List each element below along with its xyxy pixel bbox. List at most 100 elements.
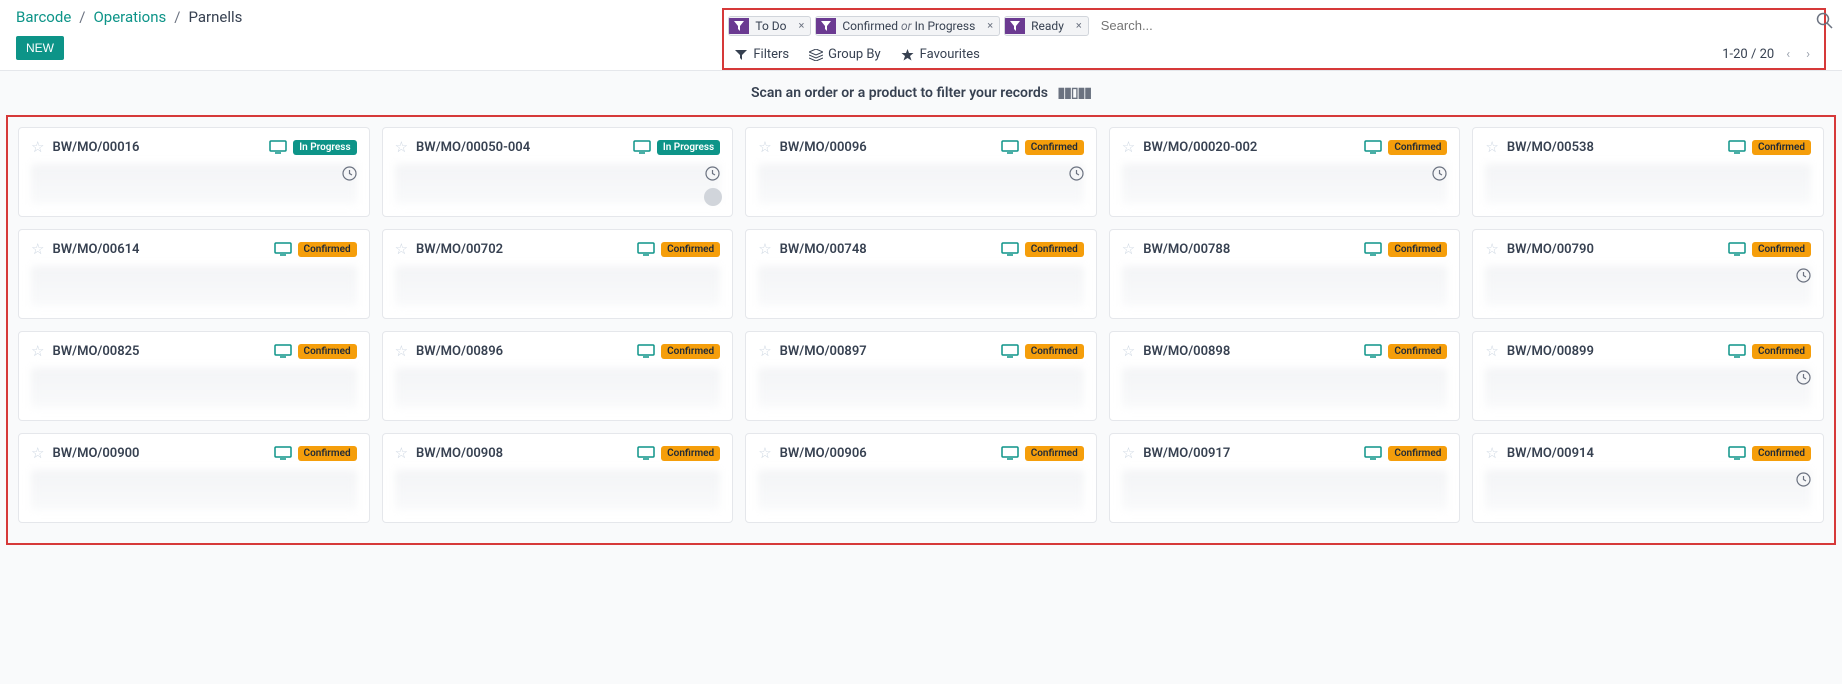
star-icon[interactable]: ☆ [1485, 342, 1498, 360]
breadcrumb-barcode[interactable]: Barcode [16, 8, 71, 26]
kanban-card[interactable]: ☆BW/MO/00096Confirmed [745, 127, 1097, 217]
card-reference: BW/MO/00914 [1507, 446, 1594, 461]
star-icon[interactable]: ☆ [1485, 240, 1498, 258]
kanban-card[interactable]: ☆BW/MO/00016In Progress [18, 127, 370, 217]
monitor-icon[interactable] [1728, 344, 1746, 358]
filter-facet-confirmed-progress[interactable]: Confirmed or In Progress × [815, 16, 1000, 36]
status-badge: Confirmed [1025, 344, 1084, 359]
card-reference: BW/MO/00899 [1507, 344, 1594, 359]
facet-label: To Do [749, 17, 792, 35]
pager-next[interactable]: › [1802, 47, 1814, 62]
star-icon[interactable]: ☆ [395, 444, 408, 462]
monitor-icon[interactable] [1001, 242, 1019, 256]
search-input[interactable] [1093, 14, 1820, 37]
monitor-icon[interactable] [1001, 446, 1019, 460]
kanban-card[interactable]: ☆BW/MO/00897Confirmed [745, 331, 1097, 421]
card-reference: BW/MO/00614 [52, 242, 139, 257]
star-icon[interactable]: ☆ [1485, 138, 1498, 156]
monitor-icon[interactable] [274, 344, 292, 358]
clock-icon[interactable] [1796, 472, 1811, 487]
groupby-dropdown[interactable]: Group By [809, 47, 881, 62]
kanban-card[interactable]: ☆BW/MO/00898Confirmed [1109, 331, 1461, 421]
status-badge: Confirmed [298, 242, 357, 257]
star-icon[interactable]: ☆ [395, 240, 408, 258]
monitor-icon[interactable] [274, 446, 292, 460]
monitor-icon[interactable] [1364, 446, 1382, 460]
star-icon[interactable]: ☆ [395, 138, 408, 156]
kanban-card[interactable]: ☆BW/MO/00899Confirmed [1472, 331, 1824, 421]
monitor-icon[interactable] [637, 344, 655, 358]
kanban-card[interactable]: ☆BW/MO/00702Confirmed [382, 229, 734, 319]
search-icon[interactable] [1816, 12, 1834, 30]
facet-remove[interactable]: × [793, 17, 811, 34]
filter-icon [816, 18, 836, 34]
barcode-icon: ▮▮▯▮▮ [1057, 85, 1091, 101]
kanban-card[interactable]: ☆BW/MO/00825Confirmed [18, 331, 370, 421]
clock-icon[interactable] [342, 166, 357, 181]
star-icon[interactable]: ☆ [758, 444, 771, 462]
filter-facet-ready[interactable]: Ready × [1004, 16, 1089, 36]
kanban-card[interactable]: ☆BW/MO/00788Confirmed [1109, 229, 1461, 319]
monitor-icon[interactable] [1728, 446, 1746, 460]
star-icon [901, 48, 915, 62]
star-icon[interactable]: ☆ [31, 240, 44, 258]
monitor-icon[interactable] [1364, 140, 1382, 154]
status-badge: In Progress [293, 140, 356, 155]
monitor-icon[interactable] [633, 140, 651, 154]
star-icon[interactable]: ☆ [31, 444, 44, 462]
monitor-icon[interactable] [1001, 344, 1019, 358]
star-icon[interactable]: ☆ [1485, 444, 1498, 462]
star-icon[interactable]: ☆ [1122, 444, 1135, 462]
star-icon[interactable]: ☆ [1122, 240, 1135, 258]
kanban-card[interactable]: ☆BW/MO/00917Confirmed [1109, 433, 1461, 523]
star-icon[interactable]: ☆ [31, 342, 44, 360]
monitor-icon[interactable] [1728, 242, 1746, 256]
card-body-blurred [1485, 266, 1811, 306]
monitor-icon[interactable] [637, 242, 655, 256]
star-icon[interactable]: ☆ [1122, 138, 1135, 156]
kanban-card[interactable]: ☆BW/MO/00896Confirmed [382, 331, 734, 421]
monitor-icon[interactable] [1364, 242, 1382, 256]
monitor-icon[interactable] [1364, 344, 1382, 358]
clock-icon[interactable] [705, 166, 720, 181]
clock-icon[interactable] [1796, 268, 1811, 283]
star-icon[interactable]: ☆ [758, 240, 771, 258]
pager-prev[interactable]: ‹ [1782, 47, 1794, 62]
star-icon[interactable]: ☆ [1122, 342, 1135, 360]
monitor-icon[interactable] [274, 242, 292, 256]
clock-icon[interactable] [1432, 166, 1447, 181]
card-body-blurred [31, 164, 357, 204]
star-icon[interactable]: ☆ [31, 138, 44, 156]
kanban-card[interactable]: ☆BW/MO/00908Confirmed [382, 433, 734, 523]
filters-dropdown[interactable]: Filters [734, 47, 789, 62]
filter-facet-todo[interactable]: To Do × [728, 16, 811, 36]
filter-icon [729, 18, 749, 34]
clock-icon[interactable] [1069, 166, 1084, 181]
status-badge: Confirmed [1025, 242, 1084, 257]
star-icon[interactable]: ☆ [758, 342, 771, 360]
star-icon[interactable]: ☆ [395, 342, 408, 360]
favourites-dropdown[interactable]: Favourites [901, 47, 980, 62]
kanban-card[interactable]: ☆BW/MO/00900Confirmed [18, 433, 370, 523]
new-button[interactable]: NEW [16, 36, 64, 60]
breadcrumb-operations[interactable]: Operations [93, 8, 166, 26]
kanban-card[interactable]: ☆BW/MO/00050-004In Progress [382, 127, 734, 217]
facet-remove[interactable]: × [981, 17, 999, 34]
facet-remove[interactable]: × [1070, 17, 1088, 34]
kanban-card[interactable]: ☆BW/MO/00020-002Confirmed [1109, 127, 1461, 217]
card-body-blurred [1122, 266, 1448, 306]
kanban-card[interactable]: ☆BW/MO/00790Confirmed [1472, 229, 1824, 319]
kanban-card[interactable]: ☆ BW/MO/00614 Confirmed [18, 229, 370, 319]
kanban-card[interactable]: ☆BW/MO/00538Confirmed [1472, 127, 1824, 217]
monitor-icon[interactable] [637, 446, 655, 460]
card-body-blurred [1485, 470, 1811, 510]
monitor-icon[interactable] [1001, 140, 1019, 154]
kanban-card[interactable]: ☆BW/MO/00914Confirmed [1472, 433, 1824, 523]
kanban-card[interactable]: ☆BW/MO/00748Confirmed [745, 229, 1097, 319]
card-body-blurred [395, 470, 721, 510]
kanban-card[interactable]: ☆BW/MO/00906Confirmed [745, 433, 1097, 523]
monitor-icon[interactable] [269, 140, 287, 154]
star-icon[interactable]: ☆ [758, 138, 771, 156]
monitor-icon[interactable] [1728, 140, 1746, 154]
clock-icon[interactable] [1796, 370, 1811, 385]
